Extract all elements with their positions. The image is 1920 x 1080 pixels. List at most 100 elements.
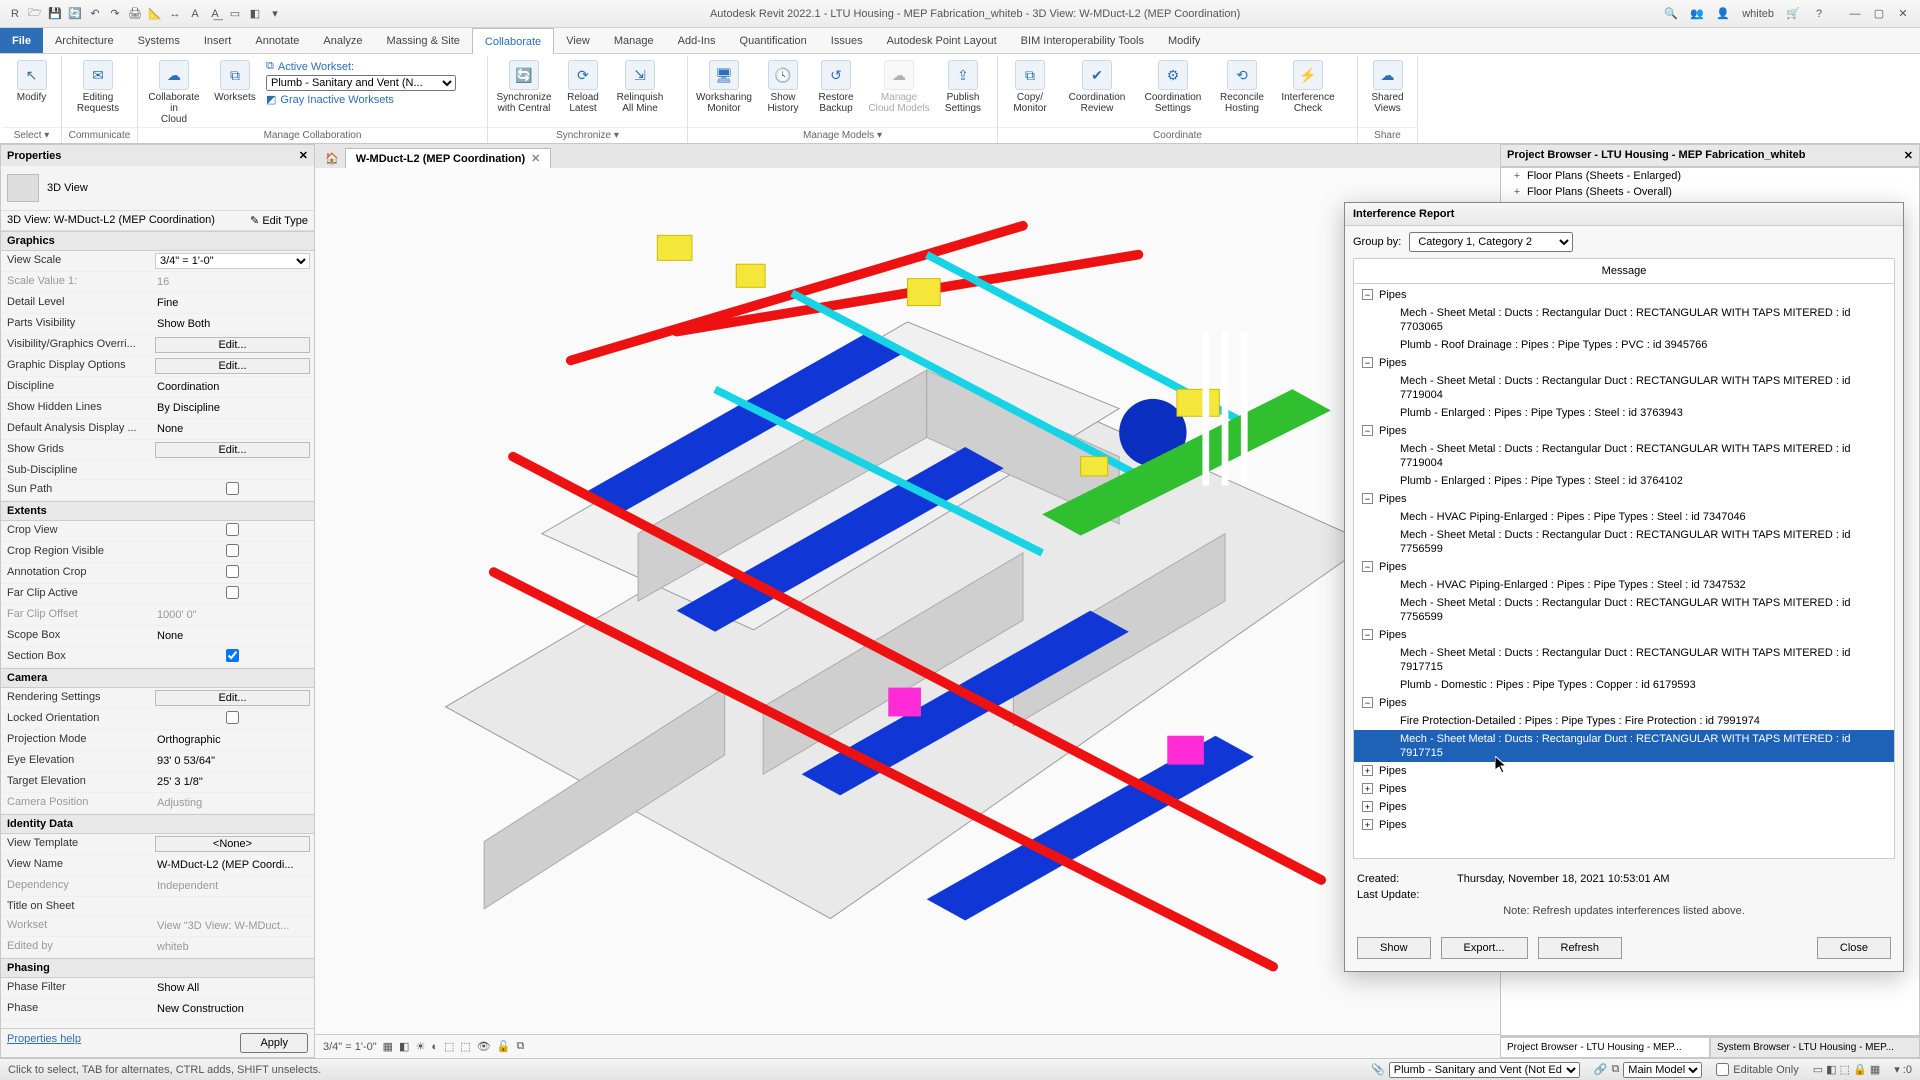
tree-item[interactable]: Plumb - Enlarged : Pipes : Pipe Types : … (1354, 472, 1894, 490)
revit-icon[interactable]: R (6, 5, 24, 23)
minimize-button[interactable]: — (1844, 5, 1866, 23)
property-row[interactable]: WorksetView "3D View: W-MDuct... (1, 916, 314, 937)
tab-modify[interactable]: Modify (1156, 28, 1212, 53)
print-icon[interactable]: 🖨 (126, 5, 144, 23)
property-row[interactable]: Crop Region Visible (1, 542, 314, 563)
tab-issues[interactable]: Issues (819, 28, 875, 53)
property-value[interactable]: 93' 0 53/64" (151, 751, 314, 771)
tree-group[interactable]: −Pipes (1354, 354, 1894, 372)
tree-item[interactable]: Fire Protection-Detailed : Pipes : Pipe … (1354, 712, 1894, 730)
status-select-icons[interactable]: ▭ ◧ ⬚ 🔒 ▦ (1813, 1063, 1881, 1076)
shared-views-button[interactable]: ☁Shared Views (1364, 58, 1411, 114)
property-value[interactable]: By Discipline (151, 398, 314, 418)
interference-tree[interactable]: −PipesMech - Sheet Metal : Ducts : Recta… (1353, 284, 1895, 859)
tree-item[interactable]: Plumb - Domestic : Pipes : Pipe Types : … (1354, 676, 1894, 694)
property-row[interactable]: View NameW-MDuct-L2 (MEP Coordi... (1, 855, 314, 876)
view-scale[interactable]: 3/4" = 1'-0" (323, 1041, 377, 1053)
property-row[interactable]: Phase FilterShow All (1, 978, 314, 999)
property-value[interactable] (151, 584, 314, 604)
property-value[interactable]: Fine (151, 293, 314, 313)
group-synchronize[interactable]: Synchronize ▾ (488, 127, 687, 143)
tree-item[interactable]: Mech - Sheet Metal : Ducts : Rectangular… (1354, 372, 1894, 404)
property-value[interactable]: Orthographic (151, 730, 314, 750)
project-browser-close-icon[interactable]: ✕ (1904, 149, 1913, 162)
property-row[interactable]: Locked Orientation (1, 709, 314, 730)
property-row[interactable]: Show GridsEdit... (1, 440, 314, 461)
property-row[interactable]: DependencyIndependent (1, 876, 314, 897)
user-name[interactable]: whiteb (1738, 5, 1778, 23)
property-row[interactable]: Far Clip Offset1000' 0" (1, 605, 314, 626)
viewport-3d[interactable] (315, 168, 1500, 1034)
property-value[interactable]: Show All (151, 978, 314, 998)
property-row[interactable]: Scale Value 1:16 (1, 272, 314, 293)
worksets-button[interactable]: ⧉Worksets (210, 58, 260, 103)
maximize-button[interactable]: ▢ (1868, 5, 1890, 23)
property-row[interactable]: Crop View (1, 521, 314, 542)
edit-type-button[interactable]: ✎ Edit Type (250, 214, 308, 227)
property-row[interactable]: Scope BoxNone (1, 626, 314, 647)
help-icon[interactable]: ? (1808, 5, 1830, 23)
coord-review-button[interactable]: ✔Coordination Review (1062, 58, 1132, 114)
tab-architecture[interactable]: Architecture (43, 28, 126, 53)
tree-item[interactable]: Mech - Sheet Metal : Ducts : Rectangular… (1354, 644, 1894, 676)
vc-render-icon[interactable]: ⬚ (444, 1040, 454, 1053)
property-value[interactable] (151, 647, 314, 667)
tree-group[interactable]: −Pipes (1354, 422, 1894, 440)
property-value[interactable]: Coordination (151, 377, 314, 397)
restore-backup-button[interactable]: ↺Restore Backup (812, 58, 860, 114)
property-value[interactable]: Show Both (151, 314, 314, 334)
browser-tab-project[interactable]: Project Browser - LTU Housing - MEP... (1500, 1037, 1710, 1058)
status-link-icon[interactable]: 🔗 (1594, 1063, 1608, 1076)
tree-item[interactable]: Mech - HVAC Piping-Enlarged : Pipes : Pi… (1354, 576, 1894, 594)
vc-reveal-icon[interactable]: 🔓 (497, 1040, 511, 1053)
tree-item[interactable]: Mech - Sheet Metal : Ducts : Rectangular… (1354, 526, 1894, 558)
refresh-button[interactable]: Refresh (1538, 937, 1623, 959)
tree-item[interactable]: Mech - Sheet Metal : Ducts : Rectangular… (1354, 594, 1894, 626)
property-category[interactable]: Extents (1, 501, 314, 521)
vc-sun-icon[interactable]: ☀ (415, 1040, 425, 1053)
close-hidden-icon[interactable]: ◧ (246, 5, 264, 23)
modify-button[interactable]: ↖Modify (8, 58, 55, 103)
worksharing-monitor-button[interactable]: 🖥Worksharing Monitor (694, 58, 754, 114)
property-category[interactable]: Graphics (1, 231, 314, 251)
property-row[interactable]: Rendering SettingsEdit... (1, 688, 314, 709)
view-tab-active[interactable]: W-MDuct-L2 (MEP Coordination) ✕ (345, 148, 552, 168)
tree-item[interactable]: Plumb - Enlarged : Pipes : Pipe Types : … (1354, 404, 1894, 422)
property-value[interactable]: W-MDuct-L2 (MEP Coordi... (151, 855, 314, 875)
property-value[interactable]: Edit... (151, 335, 314, 355)
coord-settings-button[interactable]: ⚙Coordination Settings (1138, 58, 1208, 114)
tab-insert[interactable]: Insert (192, 28, 244, 53)
view-tab-close-icon[interactable]: ✕ (531, 152, 540, 165)
tab-annotate[interactable]: Annotate (243, 28, 311, 53)
collaborate-cloud-button[interactable]: ☁Collaborate in Cloud (144, 58, 204, 125)
tab-systems[interactable]: Systems (126, 28, 192, 53)
property-row[interactable]: View Template<None> (1, 834, 314, 855)
property-row[interactable]: Section Box (1, 647, 314, 668)
group-select[interactable]: Select ▾ (2, 127, 61, 143)
publish-settings-button[interactable]: ⇪Publish Settings (938, 58, 988, 114)
properties-grid[interactable]: GraphicsView Scale3/4" = 1'-0"Scale Valu… (1, 231, 314, 1028)
property-value[interactable]: <None> (151, 834, 314, 854)
tree-group[interactable]: −Pipes (1354, 694, 1894, 712)
property-row[interactable]: Sun Path (1, 480, 314, 501)
export-button[interactable]: Export... (1441, 937, 1528, 959)
property-row[interactable]: DisciplineCoordination (1, 377, 314, 398)
tab-bim-interop[interactable]: BIM Interoperability Tools (1009, 28, 1156, 53)
property-category[interactable]: Identity Data (1, 814, 314, 834)
status-model-select[interactable]: Main Model (1623, 1062, 1702, 1078)
relinquish-button[interactable]: ⇲Relinquish All Mine (612, 58, 668, 114)
tab-point-layout[interactable]: Autodesk Point Layout (875, 28, 1009, 53)
property-row[interactable]: Sub-Discipline (1, 461, 314, 480)
status-filter-icon[interactable]: ▾ :0 (1894, 1063, 1912, 1076)
tab-manage[interactable]: Manage (602, 28, 666, 53)
vc-detail-icon[interactable]: ▦ (383, 1040, 393, 1053)
property-row[interactable]: Graphic Display OptionsEdit... (1, 356, 314, 377)
view-type-label[interactable]: 3D View (47, 182, 308, 194)
dialog-title[interactable]: Interference Report (1345, 203, 1903, 226)
tree-group[interactable]: +Pipes (1354, 762, 1894, 780)
search-icon[interactable]: 🔍 (1660, 5, 1682, 23)
show-button[interactable]: Show (1357, 937, 1431, 959)
vc-visual-style-icon[interactable]: ◧ (399, 1040, 409, 1053)
group-by-select[interactable]: Category 1, Category 2 (1409, 232, 1573, 252)
project-browser-item[interactable]: +Floor Plans (Sheets - Enlarged) (1501, 168, 1919, 184)
